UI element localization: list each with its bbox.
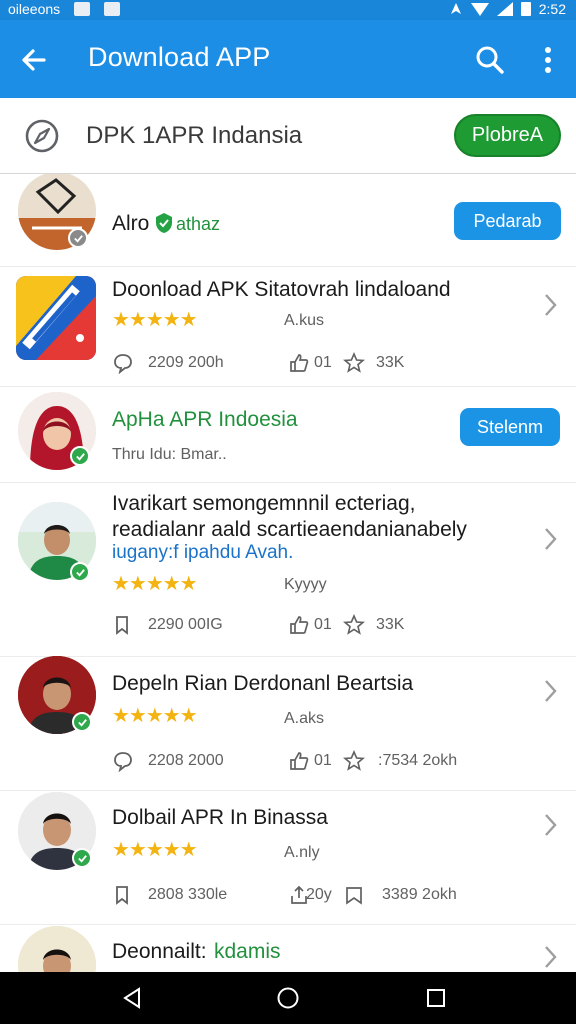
search-icon[interactable] (470, 40, 510, 80)
chevron-right-icon[interactable] (542, 678, 558, 704)
search-bar: DPK 1APR Indansia PlobreA (0, 98, 576, 174)
bookmark-icon (116, 886, 128, 905)
promo-button[interactable]: PlobreA (454, 114, 561, 157)
verified-badge-icon (70, 446, 90, 466)
notification-icon (74, 2, 91, 16)
item-action-button[interactable]: Pedarab (454, 202, 561, 240)
item-stat-reviews: 33K (376, 354, 405, 371)
nav-recents-icon[interactable] (426, 988, 446, 1008)
status-left: oileeons (8, 1, 121, 17)
item-title: ApHa APR Indoesia (112, 408, 298, 431)
status-right: 2:52 (449, 1, 566, 17)
verified-shield-icon (156, 213, 172, 233)
status-time: 2:52 (538, 1, 566, 17)
item-tag: A.nly (284, 844, 320, 861)
item-title: Depeln Rian Derdonanl Beartsia (112, 672, 414, 695)
item-stat-downloads: 2208 2000 (148, 752, 224, 769)
chevron-right-icon[interactable] (542, 526, 558, 552)
bookmark-outline-icon (346, 887, 362, 905)
item-stat-reviews: 3389 2okh (382, 886, 457, 903)
item-title-line-2: readialanr aald scartieaendanianabely (112, 518, 467, 541)
status-carrier-text: oileeons (8, 1, 61, 17)
rating-stars: ★★★★★ (112, 309, 198, 331)
compass-icon (25, 119, 59, 153)
item-stat-likes: 20y (306, 886, 332, 903)
item-stat-downloads: 2209 200h (148, 354, 224, 371)
verified-badge-icon (70, 562, 90, 582)
status-bar: oileeons 2:52 (0, 0, 576, 20)
item-stat-downloads: 2290 00IG (148, 616, 223, 633)
nav-home-icon[interactable] (276, 986, 300, 1010)
item-subtitle: Thru Idu: Bmar.. (112, 446, 227, 463)
item-stat-reviews: 33K (376, 616, 405, 633)
more-vert-icon[interactable] (530, 40, 566, 80)
bookmark-icon (116, 616, 128, 635)
item-title-green: kdamis (214, 940, 281, 963)
item-stat-likes: 01 (314, 354, 332, 371)
chevron-right-icon[interactable] (542, 292, 558, 318)
item-tag: A.aks (284, 710, 325, 727)
signal-icon (496, 2, 513, 16)
app-list: Alro athaz Pedarab Doonload APK Sitatovr… (0, 174, 576, 972)
star-outline-icon (343, 614, 365, 635)
system-nav-bar (0, 972, 576, 1024)
battery-icon (520, 2, 531, 16)
item-stat-likes: 01 (314, 616, 332, 633)
item-title: Doonload APK Sitatovrah lindaloand (112, 278, 451, 301)
thumb-up-icon (290, 752, 309, 770)
list-item[interactable]: ApHa APR Indoesia Thru Idu: Bmar.. Stele… (0, 386, 576, 482)
search-query-text[interactable]: DPK 1APR Indansia (86, 122, 302, 150)
comment-icon (114, 752, 132, 772)
list-item[interactable]: Deonnailt: kdamis (0, 924, 576, 972)
item-title: Deonnailt: (112, 940, 207, 963)
item-title: Alro (112, 212, 150, 235)
rating-stars: ★★★★★ (112, 573, 198, 595)
back-arrow-icon[interactable] (14, 40, 54, 80)
app-icon (16, 276, 96, 360)
thumb-up-icon (290, 354, 309, 372)
app-notification-icon (104, 2, 121, 16)
avatar (18, 926, 96, 972)
item-tag: A.kus (284, 312, 325, 329)
page-title: Download APP (88, 42, 271, 72)
chevron-right-icon[interactable] (542, 944, 558, 970)
item-title-link[interactable]: iugany:f ipahdu Avah. (112, 542, 293, 564)
rating-stars: ★★★★★ (112, 705, 198, 727)
rating-stars: ★★★★★ (112, 839, 198, 861)
wifi-icon (470, 2, 489, 16)
verified-badge-icon (72, 848, 92, 868)
star-outline-icon (343, 750, 365, 771)
comment-icon (114, 354, 132, 374)
nav-back-icon[interactable] (120, 986, 144, 1010)
item-title-line-1: Ivarikart semongemnnil ecteriag, (112, 492, 416, 515)
item-tag: Kyyyy (284, 576, 327, 593)
verified-badge-icon (72, 712, 92, 732)
item-stat-reviews: :7534 2okh (378, 752, 458, 769)
list-item[interactable]: Depeln Rian Derdonanl Beartsia ★★★★★ A.a… (0, 656, 576, 790)
list-item[interactable]: Doonload APK Sitatovrah lindaloand ★★★★★… (0, 266, 576, 386)
list-item[interactable]: Alro athaz Pedarab (0, 174, 576, 266)
list-item[interactable]: Ivarikart semongemnnil ecteriag, readial… (0, 482, 576, 656)
chevron-right-icon[interactable] (542, 812, 558, 838)
item-action-button[interactable]: Stelenm (460, 408, 560, 446)
item-title: Dolbail APR In Binassa (112, 806, 328, 829)
item-stat-downloads: 2808 330le (148, 886, 228, 903)
location-icon (450, 3, 461, 14)
app-screen: oileeons 2:52 Download APP DPK 1APR Inda… (0, 0, 576, 1024)
star-outline-icon (343, 352, 365, 373)
verified-badge-icon (68, 228, 88, 248)
thumb-up-icon (290, 616, 309, 634)
item-stat-likes: 01 (314, 752, 332, 769)
list-item[interactable]: Dolbail APR In Binassa ★★★★★ A.nly 2808 … (0, 790, 576, 924)
app-bar: Download APP (0, 20, 576, 98)
item-verified-label: athaz (176, 214, 221, 234)
